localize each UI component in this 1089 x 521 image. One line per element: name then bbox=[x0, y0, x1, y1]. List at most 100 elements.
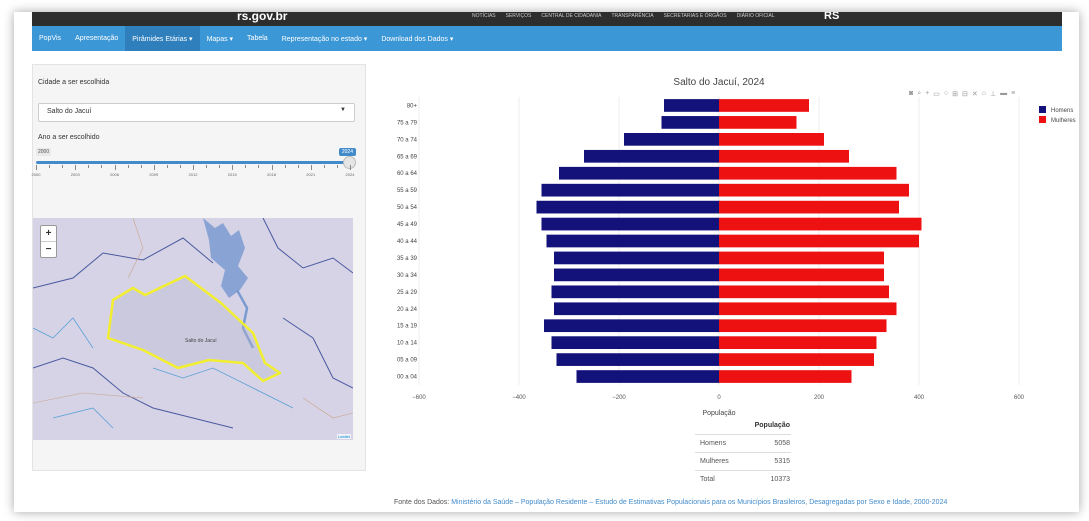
gov-link[interactable]: SERVIÇOS bbox=[506, 13, 532, 19]
y-tick-label: 10 a 14 bbox=[397, 341, 418, 347]
slider-tick bbox=[310, 165, 312, 170]
zoom-out-button[interactable]: − bbox=[41, 242, 56, 257]
x-tick-label: −400 bbox=[512, 395, 526, 401]
city-label: Cidade a ser escolhida bbox=[38, 79, 110, 86]
nav-item[interactable]: Download dos Dados ▾ bbox=[374, 26, 460, 51]
slider-tick-label: 2021 bbox=[306, 172, 316, 177]
y-tick-label: 40 a 44 bbox=[397, 239, 418, 245]
table-cell-value: 5315 bbox=[774, 458, 790, 465]
y-tick-label: 30 a 34 bbox=[397, 273, 418, 279]
x-tick-label: 400 bbox=[914, 395, 925, 401]
table-cell-label: Homens bbox=[700, 440, 727, 447]
slider-tick-label: 2006 bbox=[110, 172, 119, 177]
slider-tick bbox=[49, 165, 51, 168]
bar-mulheres[interactable] bbox=[719, 133, 824, 146]
bar-homens[interactable] bbox=[551, 336, 720, 349]
y-tick-label: 20 a 24 bbox=[397, 307, 418, 313]
gov-link[interactable]: CENTRAL DE CIDADANIA bbox=[541, 13, 601, 19]
bar-mulheres[interactable] bbox=[719, 183, 909, 197]
y-tick-label: 35 a 39 bbox=[397, 256, 418, 262]
table-row: Mulheres 5315 bbox=[695, 452, 791, 470]
bar-homens[interactable] bbox=[551, 285, 720, 299]
leaflet-map[interactable]: Salto do Jacuí + − Leaflet bbox=[33, 218, 353, 440]
bar-homens[interactable] bbox=[576, 370, 720, 383]
leaflet-attribution[interactable]: Leaflet bbox=[336, 434, 351, 439]
table-cell-label: Total bbox=[700, 476, 715, 483]
slider-tick bbox=[219, 165, 221, 168]
slider-tick-label: 2009 bbox=[149, 172, 159, 177]
bar-homens[interactable] bbox=[556, 353, 720, 366]
y-tick-label: 55 a 59 bbox=[397, 188, 418, 194]
bar-mulheres[interactable] bbox=[719, 336, 877, 349]
slider-tick bbox=[140, 165, 142, 168]
bar-mulheres[interactable] bbox=[719, 268, 884, 282]
gov-topbar: rs.gov.br NOTÍCIAS SERVIÇOS CENTRAL DE CID… bbox=[32, 12, 1062, 26]
slider-tick-label: 2024 bbox=[345, 172, 355, 177]
y-tick-label: 15 a 19 bbox=[397, 324, 418, 330]
bar-homens[interactable] bbox=[554, 268, 719, 282]
gov-link[interactable]: DIÁRIO OFICIAL bbox=[737, 13, 775, 19]
bar-homens[interactable] bbox=[541, 183, 720, 197]
bar-mulheres[interactable] bbox=[719, 116, 797, 129]
bar-mulheres[interactable] bbox=[719, 234, 919, 248]
nav-item[interactable]: Apresentação bbox=[68, 26, 125, 51]
zoom-in-button[interactable]: + bbox=[41, 226, 56, 242]
bar-mulheres[interactable] bbox=[719, 149, 849, 163]
population-table: População Homens 5058 Mulheres 5315 Total 103… bbox=[695, 417, 791, 488]
table-cell-value: 5058 bbox=[774, 440, 790, 447]
gov-link[interactable]: NOTÍCIAS bbox=[472, 13, 496, 19]
source-link[interactable]: Ministério da Saúde – População Resident… bbox=[451, 499, 947, 506]
bar-homens[interactable] bbox=[559, 166, 719, 180]
bar-mulheres[interactable] bbox=[719, 217, 922, 231]
bar-mulheres[interactable] bbox=[719, 370, 852, 383]
slider-track[interactable] bbox=[36, 161, 350, 164]
gov-logo[interactable]: RS bbox=[824, 12, 839, 22]
gov-brand[interactable]: rs.gov.br bbox=[237, 12, 287, 23]
bar-homens[interactable] bbox=[554, 251, 719, 265]
bar-homens[interactable] bbox=[536, 200, 720, 214]
bar-mulheres[interactable] bbox=[719, 302, 897, 316]
bar-homens[interactable] bbox=[661, 116, 720, 129]
year-slider[interactable]: 2000 2024 2000 2003 2006 2009 2012 2015 2018 20… bbox=[32, 145, 358, 190]
data-source-line: Fonte dos Dados: Ministério da Saúde – P… bbox=[394, 499, 947, 506]
nav-item[interactable]: Pirâmides Etárias ▾ bbox=[125, 26, 200, 51]
y-tick-label: 60 a 64 bbox=[397, 171, 418, 177]
nav-item[interactable]: Tabela bbox=[240, 26, 275, 51]
bar-homens[interactable] bbox=[554, 302, 719, 316]
nav-item[interactable]: Representação no estado ▾ bbox=[275, 26, 375, 51]
slider-tick-label: 2018 bbox=[267, 172, 276, 177]
slider-tick bbox=[166, 165, 168, 168]
population-pyramid-chart[interactable]: −600 −400 −200 0 200 400 600 Salto do Jacuí, 20… bbox=[369, 62, 1079, 422]
slider-value-label: 2024 bbox=[338, 148, 356, 156]
slider-ticks: 2000 2003 2006 2009 2012 2015 2018 2021 2024 bbox=[32, 165, 354, 179]
bar-homens[interactable] bbox=[544, 319, 719, 333]
bar-homens[interactable] bbox=[664, 99, 719, 112]
bar-homens[interactable] bbox=[546, 234, 720, 248]
table-cell-value: 10373 bbox=[770, 476, 790, 483]
bar-mulheres[interactable] bbox=[719, 251, 884, 265]
bar-mulheres[interactable] bbox=[719, 166, 897, 180]
gov-link[interactable]: TRANSPARÊNCIA bbox=[611, 13, 653, 19]
slider-tick bbox=[245, 165, 247, 168]
slider-tick bbox=[284, 165, 286, 168]
y-tick-label: 70 a 74 bbox=[397, 137, 418, 143]
bar-mulheres[interactable] bbox=[719, 99, 809, 112]
table-header-row: População bbox=[695, 417, 791, 434]
bar-mulheres[interactable] bbox=[719, 200, 899, 214]
nav-item[interactable]: Mapas ▾ bbox=[200, 26, 240, 51]
gov-link[interactable]: SECRETARIAS E ÓRGÃOS bbox=[664, 13, 727, 19]
bar-mulheres[interactable] bbox=[719, 285, 889, 299]
bar-mulheres[interactable] bbox=[719, 319, 887, 333]
slider-tick bbox=[179, 165, 181, 168]
slider-tick-label: 2003 bbox=[70, 172, 80, 177]
x-tick-label: −200 bbox=[612, 395, 626, 401]
y-tick-label: 75 a 79 bbox=[397, 120, 418, 126]
city-select[interactable]: Salto do Jacuí ▼ bbox=[38, 103, 355, 122]
bar-mulheres[interactable] bbox=[719, 353, 874, 366]
bar-homens[interactable] bbox=[541, 217, 720, 231]
city-select-value: Salto do Jacuí bbox=[47, 108, 92, 115]
nav-item[interactable]: PopVis bbox=[32, 26, 68, 51]
bar-homens[interactable] bbox=[624, 133, 719, 146]
bar-homens[interactable] bbox=[584, 149, 719, 163]
y-tick-label: 45 a 49 bbox=[397, 222, 418, 228]
